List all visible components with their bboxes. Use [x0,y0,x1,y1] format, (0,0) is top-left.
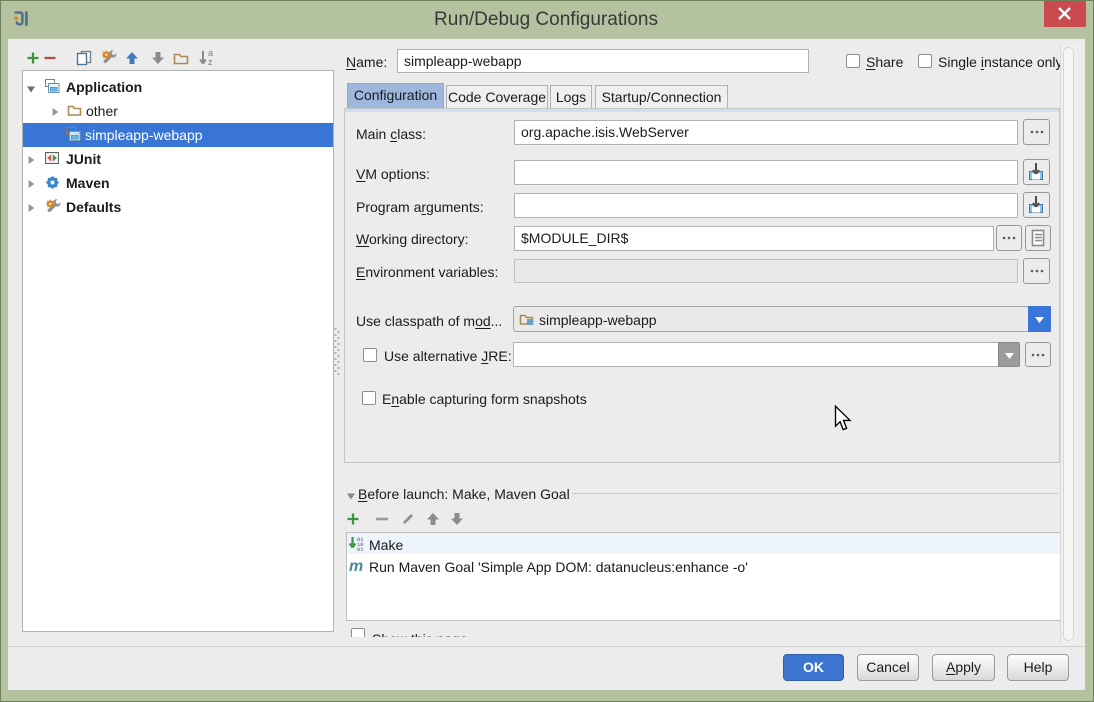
svg-text:01: 01 [357,547,363,552]
svg-text:z: z [208,57,213,67]
